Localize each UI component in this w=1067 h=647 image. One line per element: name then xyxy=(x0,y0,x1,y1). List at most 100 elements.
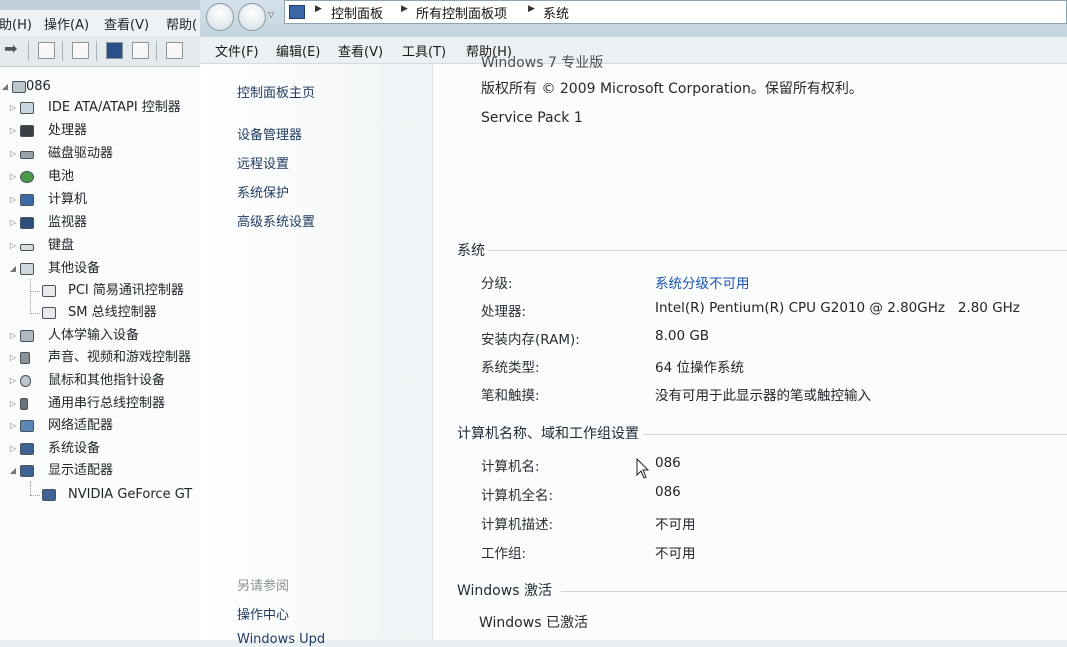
expand-arrow-icon[interactable]: ▷ xyxy=(8,213,18,233)
expand-arrow-icon[interactable]: ▷ xyxy=(8,236,18,256)
toolbar-separator xyxy=(156,41,157,61)
menu-help[interactable]: 帮助( xyxy=(166,14,197,33)
expand-arrow-icon[interactable]: ▷ xyxy=(8,371,18,391)
toolbar-separator xyxy=(28,41,29,61)
disk-drive-icon xyxy=(20,151,34,159)
system-protection-link[interactable]: 系统保护 xyxy=(237,182,289,201)
monitor-icon xyxy=(20,217,34,229)
tree-connector xyxy=(30,495,40,496)
mouse-cursor-icon xyxy=(636,458,650,479)
tree-item-label: 电池 xyxy=(48,169,75,184)
expand-arrow-icon[interactable]: ▷ xyxy=(8,167,18,187)
device-manager-toolbar: ➡ xyxy=(0,36,200,67)
menu-edit[interactable]: 编辑(E) xyxy=(276,41,320,60)
tree-item-label: 磁盘驱动器 xyxy=(48,146,114,161)
toolbar-separator xyxy=(62,41,63,61)
collapse-arrow-icon[interactable]: ◢ xyxy=(8,461,18,481)
see-also-heading: 另请参阅 xyxy=(237,579,290,594)
address-bar[interactable]: ▶ 控制面板 ▶ 所有控制面板项 ▶ 系统 xyxy=(284,0,1067,24)
unknown-device-icon xyxy=(42,307,56,319)
remote-settings-link[interactable]: 远程设置 xyxy=(237,153,289,172)
expand-arrow-icon[interactable]: ▷ xyxy=(8,326,18,346)
action-center-link[interactable]: 操作中心 xyxy=(237,604,289,623)
tree-item-label: 计算机 xyxy=(48,192,88,207)
section-divider xyxy=(561,591,1067,592)
forward-arrow-icon[interactable]: ➡ xyxy=(4,39,21,58)
rating-link[interactable]: 系统分级不可用 xyxy=(655,272,750,292)
expand-arrow-icon[interactable]: ▷ xyxy=(8,416,18,436)
device-manager-link[interactable]: 设备管理器 xyxy=(237,124,302,143)
control-panel-home-link[interactable]: 控制面板主页 xyxy=(237,82,315,101)
expand-arrow-icon[interactable]: ▷ xyxy=(8,121,18,141)
breadcrumb-all-items[interactable]: 所有控制面板项 xyxy=(416,3,507,22)
activation-section-heading: Windows 激活 xyxy=(457,583,552,599)
toolbar-separator xyxy=(96,41,97,61)
processor-label: 处理器: xyxy=(481,304,527,320)
system-window: ▽ ▶ 控制面板 ▶ 所有控制面板项 ▶ 系统 文件(F) 编辑(E) 查看(V… xyxy=(200,0,1067,647)
hid-icon xyxy=(20,330,34,342)
computer-name-section-heading: 计算机名称、域和工作组设置 xyxy=(457,426,639,442)
control-panel-icon xyxy=(289,5,305,19)
display-adapter-icon xyxy=(20,465,34,477)
tree-item-label: 声音、视频和游戏控制器 xyxy=(48,350,192,365)
expand-arrow-icon[interactable]: ▷ xyxy=(8,394,18,414)
breadcrumb-system[interactable]: 系统 xyxy=(543,3,569,22)
help-icon[interactable] xyxy=(106,42,123,59)
expand-arrow-icon[interactable]: ▷ xyxy=(8,348,18,368)
tree-item-label: 监视器 xyxy=(48,215,88,230)
scan-icon[interactable] xyxy=(72,42,89,59)
tree-item-label: 鼠标和其他指针设备 xyxy=(48,373,166,388)
mouse-icon xyxy=(20,375,31,387)
full-computer-name-value: 086 xyxy=(655,484,681,500)
service-pack: Service Pack 1 xyxy=(481,110,583,126)
system-device-icon xyxy=(20,443,34,455)
expand-arrow-icon[interactable]: ▷ xyxy=(8,190,18,210)
expand-arrow-icon[interactable]: ▷ xyxy=(8,144,18,164)
breadcrumb-control-panel[interactable]: 控制面板 xyxy=(331,3,383,22)
menu-view[interactable]: 查看(V) xyxy=(104,14,149,33)
menu-action[interactable]: 操作(A) xyxy=(44,14,89,33)
expand-arrow-icon[interactable]: ▷ xyxy=(8,98,18,118)
collapse-arrow-icon[interactable]: ◢ xyxy=(8,259,18,279)
section-divider xyxy=(489,250,1067,251)
device-manager-window: 帮助(H) 操作(A) 查看(V) 帮助( ➡ ◢ 086 ▷ IDE ATA/A… xyxy=(0,0,201,640)
expand-arrow-icon[interactable]: ▷ xyxy=(8,439,18,459)
system-type-label: 系统类型: xyxy=(481,360,540,376)
battery-icon xyxy=(20,171,34,183)
unknown-device-icon xyxy=(42,285,56,297)
menu-help-partial[interactable]: 帮助(H) xyxy=(0,14,32,33)
keyboard-icon xyxy=(20,244,34,251)
update-driver-icon[interactable] xyxy=(166,42,183,59)
activation-status: Windows 已激活 xyxy=(479,615,588,631)
back-button[interactable] xyxy=(206,3,234,31)
menu-file[interactable]: 文件(F) xyxy=(215,41,259,60)
processor-value: Intel(R) Pentium(R) CPU G2010 @ 2.80GHz … xyxy=(655,300,1020,316)
breadcrumb-separator-icon[interactable]: ▶ xyxy=(528,4,535,14)
ide-controller-icon xyxy=(20,102,34,114)
tree-connector xyxy=(30,279,31,314)
advanced-settings-link[interactable]: 高级系统设置 xyxy=(237,211,315,230)
breadcrumb-separator-icon[interactable]: ▶ xyxy=(315,4,322,14)
forward-button[interactable] xyxy=(238,3,266,31)
computer-name-value: 086 xyxy=(655,455,681,471)
recent-pages-dropdown-icon[interactable]: ▽ xyxy=(268,10,274,19)
edition-title: Windows 7 专业版 xyxy=(481,55,604,71)
tree-item-label: 其他设备 xyxy=(48,261,101,276)
device-manager-titlebar xyxy=(0,0,200,10)
menu-tools[interactable]: 工具(T) xyxy=(402,41,446,60)
tree-item-label: 键盘 xyxy=(48,238,75,253)
computer-name-label: 计算机名: xyxy=(481,459,540,475)
tree-root-label: 086 xyxy=(26,79,51,94)
properties-icon[interactable] xyxy=(38,42,55,59)
tree-connector xyxy=(30,291,40,292)
view-icon[interactable] xyxy=(132,42,149,59)
collapse-arrow-icon[interactable]: ◢ xyxy=(0,77,10,97)
pen-touch-value: 没有可用于此显示器的笔或触控输入 xyxy=(655,388,871,404)
address-bar-area: ▽ ▶ 控制面板 ▶ 所有控制面板项 ▶ 系统 xyxy=(200,0,1067,37)
computer-icon xyxy=(20,194,34,206)
menu-view[interactable]: 查看(V) xyxy=(338,41,383,60)
tree-item-label: 显示适配器 xyxy=(48,463,114,478)
breadcrumb-separator-icon[interactable]: ▶ xyxy=(401,4,408,14)
computer-description-value: 不可用 xyxy=(655,517,696,533)
tree-item-label: PCI 简易通讯控制器 xyxy=(68,283,184,298)
